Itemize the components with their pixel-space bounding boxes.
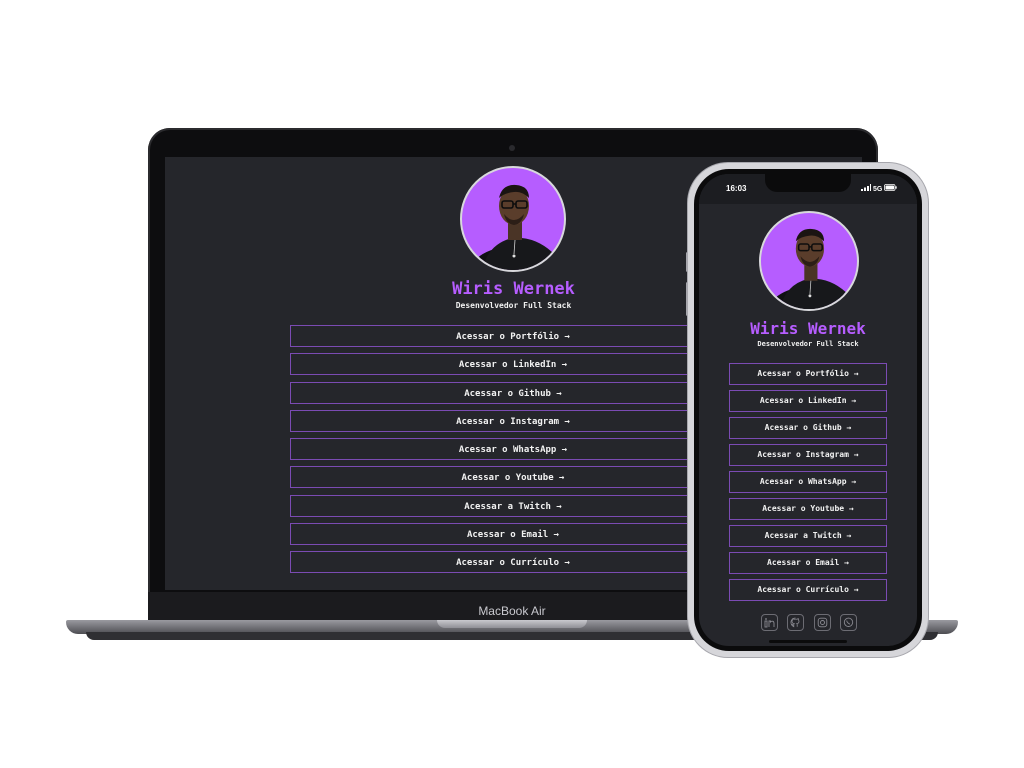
avatar	[460, 166, 566, 272]
linkedin-icon[interactable]	[761, 614, 778, 631]
status-bar: 16:03 5G	[699, 174, 917, 204]
instagram-link-button[interactable]: Acessar o Instagram →	[729, 444, 887, 466]
instagram-link-button[interactable]: Acessar o Instagram →	[290, 409, 736, 432]
link-list: Acessar o Portfólio → Acessar o LinkedIn…	[729, 363, 887, 606]
github-link-button[interactable]: Acessar o Github →	[290, 381, 736, 404]
home-indicator	[769, 640, 847, 643]
youtube-link-button[interactable]: Acessar o Youtube →	[290, 466, 736, 489]
whatsapp-link-button[interactable]: Acessar o WhatsApp →	[290, 438, 736, 461]
resume-link-button[interactable]: Acessar o Currículo →	[729, 579, 887, 601]
resume-link-button[interactable]: Acessar o Currículo →	[290, 551, 736, 574]
profile-photo	[470, 184, 562, 270]
email-link-button[interactable]: Acessar o Email →	[290, 523, 736, 546]
portfolio-link-button[interactable]: Acessar o Portfólio →	[729, 363, 887, 385]
laptop-opening-notch	[437, 620, 587, 628]
status-network: 5G	[861, 184, 897, 193]
instagram-icon[interactable]	[813, 614, 831, 631]
laptop-brand-label: MacBook Air	[478, 604, 546, 618]
link-list: Acessar o Portfólio → Acessar o LinkedIn…	[290, 325, 736, 580]
phone-screen: 16:03 5G Wiris Wernek Desenvolvedor Full…	[699, 174, 917, 646]
battery-icon	[884, 184, 897, 191]
github-link-button[interactable]: Acessar o Github →	[729, 417, 887, 439]
whatsapp-link-button[interactable]: Acessar o WhatsApp →	[729, 471, 887, 493]
phone-notch	[765, 174, 851, 192]
social-icons	[761, 614, 857, 632]
linkedin-link-button[interactable]: Acessar o LinkedIn →	[729, 390, 887, 412]
status-time: 16:03	[726, 184, 747, 193]
twitch-link-button[interactable]: Acessar a Twitch →	[729, 525, 887, 547]
profile-title: Desenvolvedor Full Stack	[757, 340, 859, 348]
whatsapp-icon[interactable]	[839, 614, 857, 631]
network-label: 5G	[872, 186, 883, 193]
laptop-camera	[509, 145, 515, 151]
avatar	[759, 211, 859, 311]
profile-name: Wiris Wernek	[750, 319, 866, 338]
linkedin-link-button[interactable]: Acessar o LinkedIn →	[290, 353, 736, 376]
twitch-link-button[interactable]: Acessar a Twitch →	[290, 494, 736, 517]
portfolio-link-button[interactable]: Acessar o Portfólio →	[290, 325, 736, 347]
youtube-link-button[interactable]: Acessar o Youtube →	[729, 498, 887, 520]
github-icon[interactable]	[787, 614, 805, 631]
signal-icon	[861, 184, 871, 191]
email-link-button[interactable]: Acessar o Email →	[729, 552, 887, 574]
profile-photo	[768, 228, 855, 309]
